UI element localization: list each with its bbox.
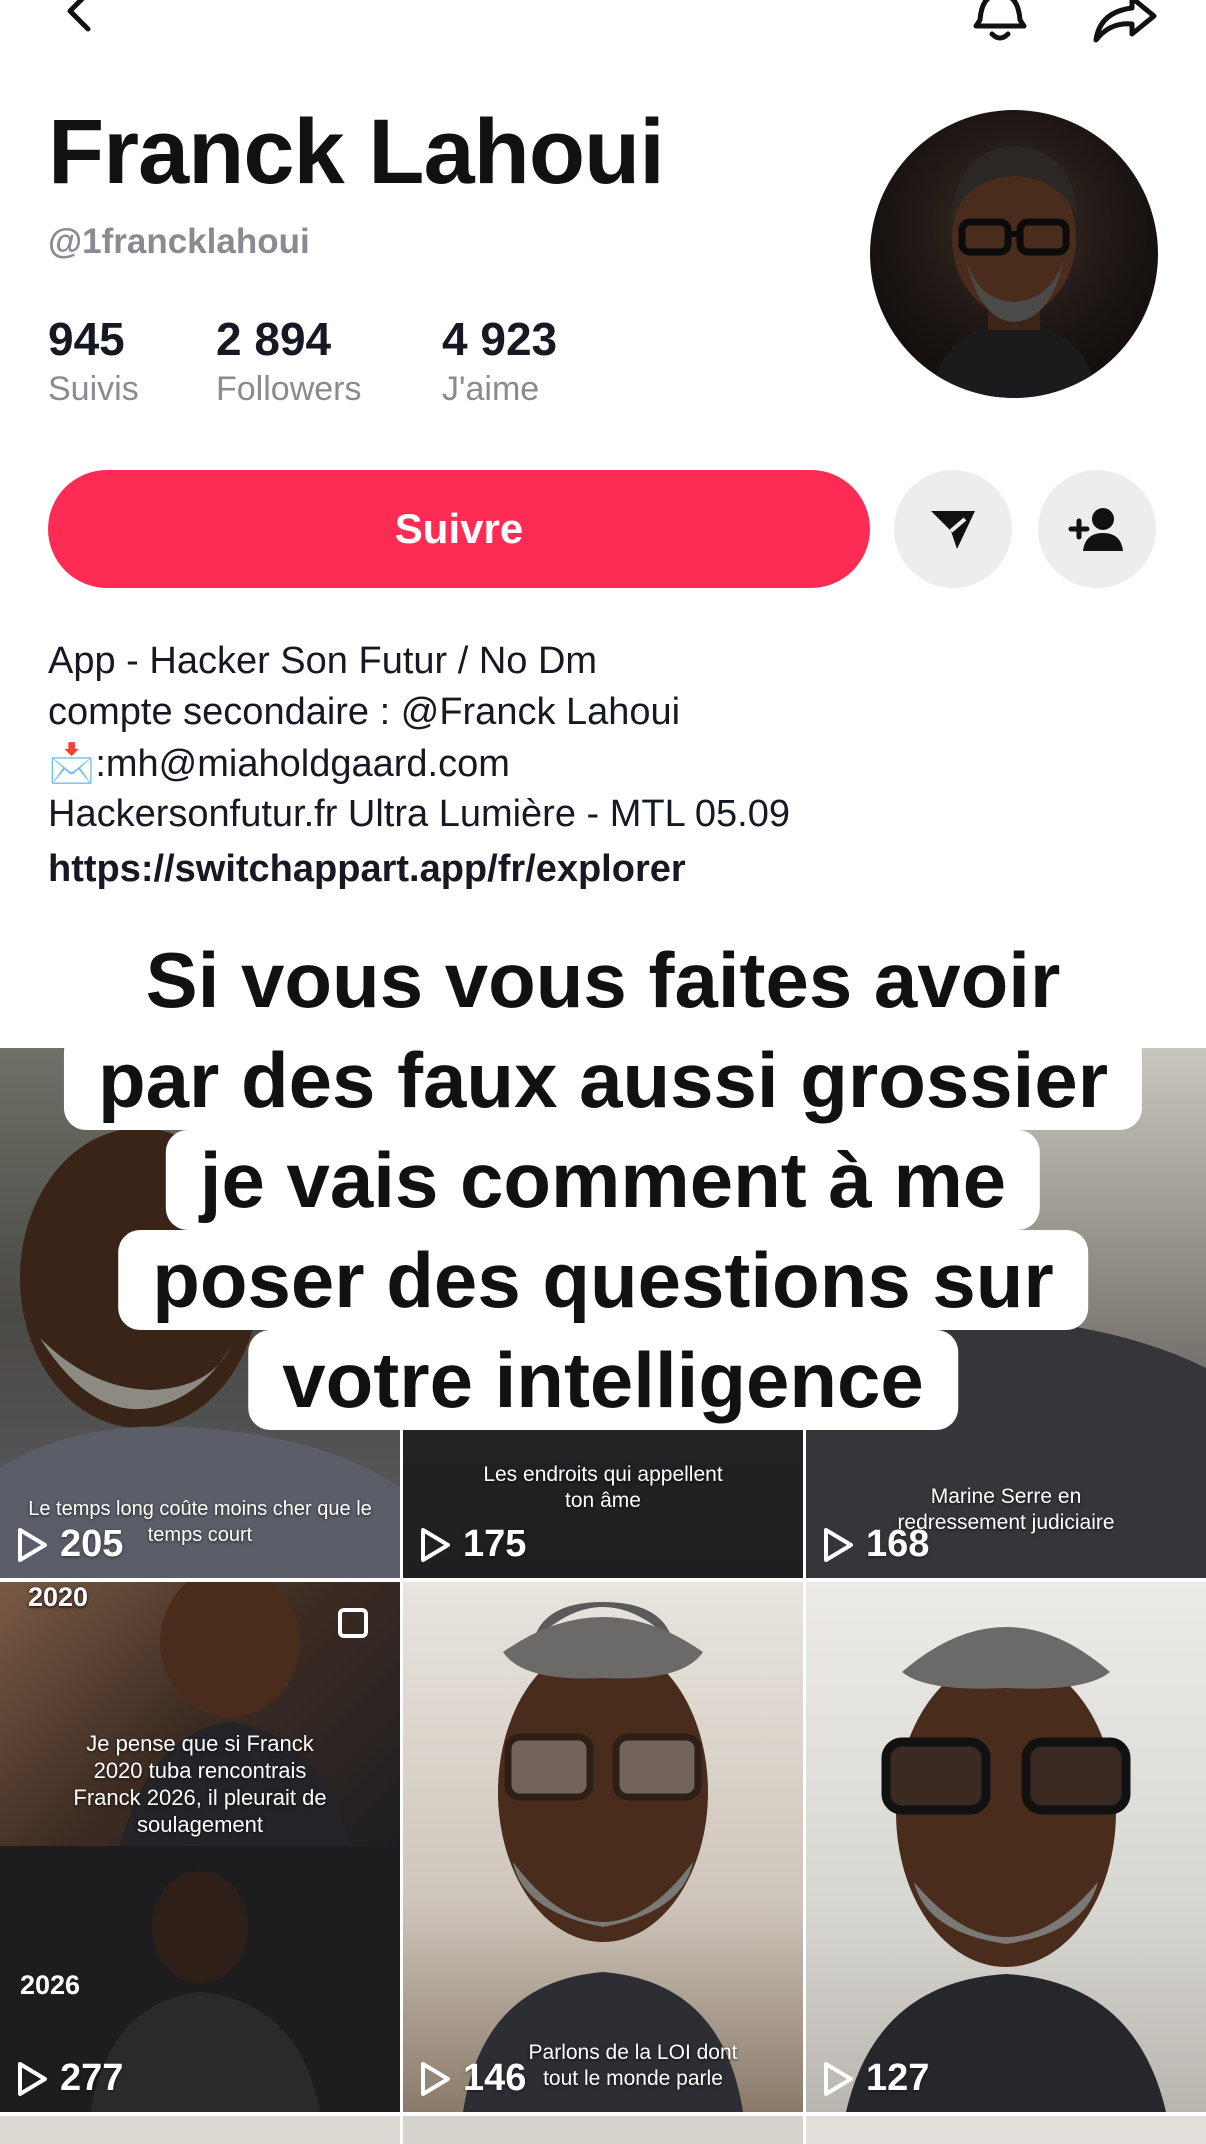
video-tile[interactable]: [403, 2116, 803, 2144]
video-tile[interactable]: [806, 2116, 1206, 2144]
stat-following-label: Suivis: [48, 370, 139, 408]
play-icon: [824, 2061, 853, 2096]
stat-followers-label: Followers: [216, 370, 362, 408]
video-thumbnail: [90, 1582, 350, 2112]
share-button[interactable]: [1090, 0, 1160, 46]
video-caption: Je pense que si Franck 2020 tuba rencont…: [73, 1731, 327, 1837]
view-count-value: 175: [463, 1523, 527, 1565]
avatar[interactable]: [870, 110, 1158, 398]
share-arrow-icon: [1093, 0, 1157, 43]
label-2020: 2020: [28, 1582, 89, 1612]
email-icon: 📩: [48, 743, 96, 785]
play-icon: [421, 1527, 450, 1562]
notifications-button[interactable]: [968, 0, 1032, 46]
play-icon: [18, 2061, 47, 2096]
view-count-value: 277: [60, 2057, 124, 2099]
add-friend-button[interactable]: [1038, 470, 1156, 588]
avatar-portrait: [930, 146, 1098, 398]
follow-button[interactable]: Suivre: [48, 470, 870, 588]
video-caption: Parlons de la LOI dont tout le monde par…: [528, 2041, 738, 2090]
view-count: 205: [16, 1523, 123, 1566]
bio-line-4: Hackersonfutur.fr Ultra Lumière - MTL 05…: [48, 793, 790, 835]
stat-likes-label: J'aime: [442, 370, 540, 408]
stat-followers-value: 2 894: [216, 313, 332, 365]
back-button[interactable]: [55, 0, 105, 40]
view-count: 127: [822, 2057, 929, 2100]
video-thumbnail: [846, 1627, 1166, 2112]
chevron-left-icon: [67, 0, 91, 32]
bio-line-2: compte secondaire : @Franck Lahoui: [48, 691, 681, 733]
bio-line-3: 📩:mh@miaholdgaard.com: [48, 742, 510, 786]
multi-photo-icon: [338, 1608, 368, 1638]
bio-email: :mh@miaholdgaard.com: [95, 743, 510, 785]
play-icon: [824, 1527, 853, 1562]
view-count: 175: [419, 1523, 526, 1566]
bio-link[interactable]: https://switchappart.app/fr/explorer: [48, 848, 686, 891]
overlay-line-5: votre intelligence: [248, 1330, 958, 1430]
overlay-line-3: je vais comment à me: [165, 1130, 1041, 1230]
overlay-line-1: Si vous vous faites avoir: [111, 930, 1095, 1030]
video-thumbnail: [463, 1602, 743, 2112]
label-2026: 2026: [20, 1970, 81, 2000]
stat-likes[interactable]: 4 923 J'aime: [442, 312, 557, 409]
stat-followers[interactable]: 2 894 Followers: [216, 312, 361, 409]
play-icon: [18, 1527, 47, 1562]
view-count-value: 168: [866, 1523, 930, 1565]
bio-line-1: App - Hacker Son Futur / No Dm: [48, 640, 598, 682]
stat-likes-value: 4 923: [442, 313, 558, 365]
video-tile[interactable]: 127: [806, 1582, 1206, 2112]
stat-following-value: 945: [48, 313, 125, 365]
profile-name: Franck Lahoui: [48, 101, 665, 203]
play-icon: [421, 2061, 450, 2096]
overlay-message: Si vous vous faites avoir par des faux a…: [0, 910, 1206, 1440]
overlay-line-4: poser des questions sur: [118, 1230, 1088, 1330]
video-tile[interactable]: 2020 Je pense que si Franck 2020 tuba re…: [0, 1582, 400, 2112]
send-icon: [931, 511, 975, 549]
message-button[interactable]: [894, 470, 1012, 588]
view-count-value: 127: [866, 2057, 930, 2099]
add-user-icon: [1068, 508, 1123, 551]
profile-handle: @1francklahoui: [48, 222, 310, 261]
bell-icon: [973, 0, 1027, 41]
view-count: 168: [822, 1523, 929, 1566]
view-count-value: 146: [463, 2057, 527, 2099]
video-caption: Les endroits qui appellent ton âme: [483, 1463, 723, 1512]
overlay-line-2: par des faux aussi grossier: [63, 1030, 1143, 1130]
view-count: 146: [419, 2057, 526, 2100]
video-tile[interactable]: [0, 2116, 400, 2144]
view-count: 277: [16, 2057, 123, 2100]
stat-following[interactable]: 945 Suivis: [48, 312, 139, 409]
video-tile[interactable]: Parlons de la LOI dont tout le monde par…: [403, 1582, 803, 2112]
view-count-value: 205: [60, 1523, 124, 1565]
